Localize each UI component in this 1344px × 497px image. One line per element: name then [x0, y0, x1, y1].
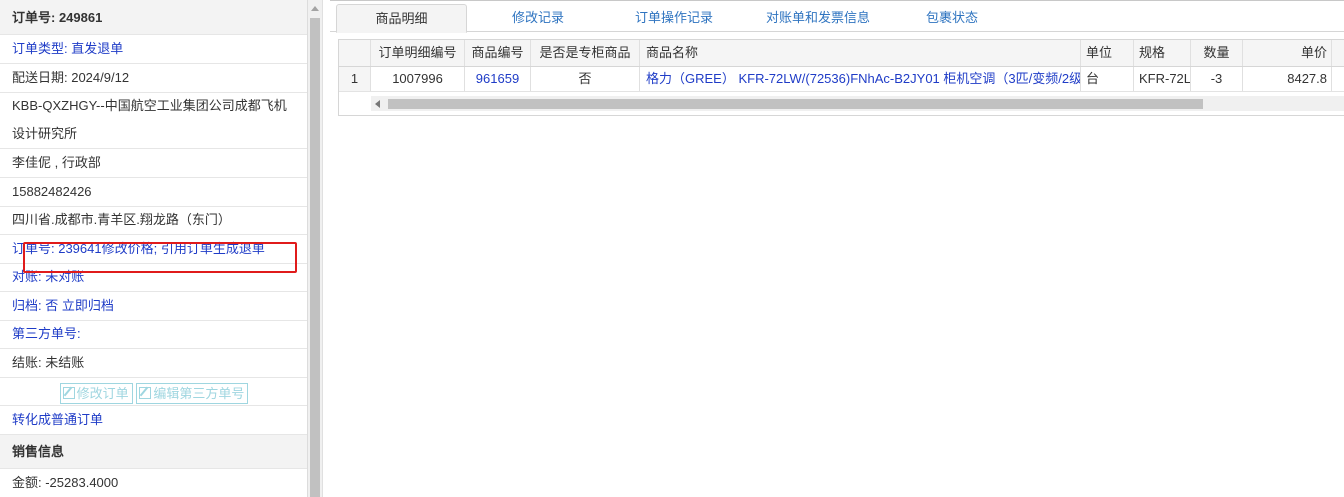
convert-to-normal-order-link[interactable]: 转化成普通订单: [0, 406, 307, 435]
scrollbar-thumb[interactable]: [310, 18, 320, 497]
is-counter-cell: 否: [531, 67, 640, 91]
tab-order-operation-log[interactable]: 订单操作记录: [614, 4, 734, 33]
order-number-header: 订单号: 249861: [0, 0, 307, 35]
edit-third-party-label: 编辑第三方单号: [153, 385, 245, 401]
third-party-order-link[interactable]: 第三方单号:: [0, 320, 307, 349]
horizontal-scrollbar-thumb[interactable]: [388, 99, 1203, 109]
modify-order-button[interactable]: 修改订单: [59, 382, 133, 404]
order-action-buttons: 修改订单 编辑第三方单号: [0, 377, 307, 406]
customer-name-line1: KBB-QXZHGY--中国航空工业集团公司成都飞机: [12, 98, 287, 113]
scroll-left-icon[interactable]: [375, 100, 380, 108]
column-header[interactable]: 订单明细编号: [371, 40, 465, 66]
archive-link[interactable]: 归档: 否 立即归档: [0, 292, 307, 321]
quantity-cell: -3: [1191, 67, 1243, 91]
contact-phone: 15882482426: [0, 178, 307, 207]
panel-splitter[interactable]: [322, 0, 330, 497]
edit-icon: [62, 386, 75, 399]
settle-status: 结账: 未结账: [0, 349, 307, 378]
column-header[interactable]: 是否是专柜商品: [531, 40, 640, 66]
edit-third-party-button[interactable]: 编辑第三方单号: [136, 382, 249, 404]
row-number: 1: [339, 67, 371, 91]
rownum-header: [339, 40, 371, 66]
tab-package-status[interactable]: 包裹状态: [904, 4, 1000, 33]
scroll-up-icon[interactable]: [311, 6, 319, 11]
column-header[interactable]: 单价: [1243, 40, 1332, 66]
delivery-address: 四川省.成都市.青羊区.翔龙路（东门）: [0, 206, 307, 235]
tab-product-details[interactable]: 商品明细: [336, 4, 467, 33]
tab-modify-log[interactable]: 修改记录: [490, 4, 586, 33]
detail-tabbar: 商品明细 修改记录 订单操作记录 对账单和发票信息 包裹状态: [330, 0, 1344, 33]
detail-id-cell: 1007996: [371, 67, 465, 91]
left-panel-scrollbar[interactable]: [308, 0, 322, 497]
column-header[interactable]: 数量: [1191, 40, 1243, 66]
column-header[interactable]: 商品编号: [465, 40, 531, 66]
column-header[interactable]: 规格: [1134, 40, 1191, 66]
unit-cell: 台: [1081, 67, 1134, 91]
grid-horizontal-scrollbar[interactable]: [339, 96, 1344, 111]
column-header[interactable]: 单位: [1081, 40, 1134, 66]
spec-cell: KFR-72L: [1134, 67, 1191, 91]
annotation-highlight-box: [23, 242, 297, 273]
product-id-link[interactable]: 961659: [465, 67, 531, 91]
grid-header-row: 订单明细编号 商品编号 是否是专柜商品 商品名称 单位 规格 数量 单价: [339, 40, 1344, 67]
unit-price-cell: 8427.8: [1243, 67, 1332, 91]
edit-icon: [139, 386, 152, 399]
column-header[interactable]: 商品名称: [640, 40, 1081, 66]
delivery-date: 配送日期: 2024/9/12: [0, 64, 307, 93]
contact-person: 李佳伲 , 行政部: [0, 149, 307, 178]
product-detail-grid: 订单明细编号 商品编号 是否是专柜商品 商品名称 单位 规格 数量 单价 1 1…: [338, 39, 1344, 116]
sales-amount: 金额: -25283.4000: [0, 469, 307, 497]
table-row[interactable]: 1 1007996 961659 否 格力（GREE） KFR-72LW/(72…: [339, 67, 1344, 92]
sales-info-header: 销售信息: [0, 435, 307, 469]
modify-order-label: 修改订单: [76, 385, 129, 401]
customer-name-line2: 设计研究所: [0, 120, 307, 149]
tab-statement-invoice[interactable]: 对账单和发票信息: [748, 4, 888, 33]
order-type-link[interactable]: 订单类型: 直发退单: [0, 35, 307, 64]
product-name-link[interactable]: 格力（GREE） KFR-72LW/(72536)FNhAc-B2JY01 柜机…: [640, 67, 1081, 91]
